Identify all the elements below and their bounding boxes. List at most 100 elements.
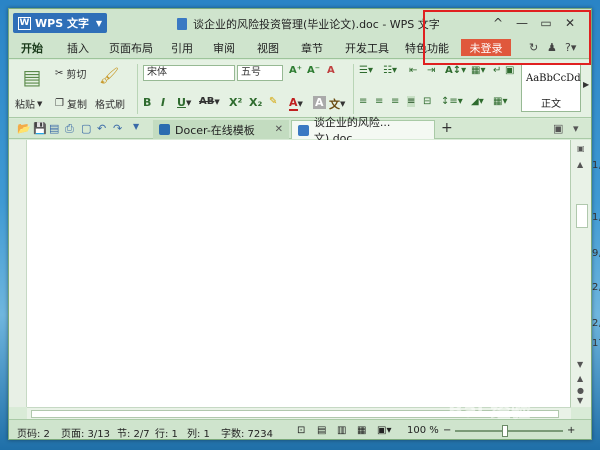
tab-docer-label: Docer-在线模板 bbox=[175, 123, 255, 137]
tab-developer[interactable]: 开发工具 bbox=[345, 40, 389, 56]
maximize-icon: ▭ bbox=[540, 16, 552, 30]
grow-font-button[interactable]: A⁺ bbox=[289, 65, 302, 76]
cut-button[interactable]: ✂ 剪切 bbox=[55, 66, 86, 81]
tab-current-document[interactable]: 谈企业的风险...文).doc bbox=[291, 116, 435, 145]
login-button[interactable]: 未登录 bbox=[461, 39, 511, 56]
tab-references[interactable]: 引用 bbox=[171, 40, 193, 56]
border-button[interactable]: ▣ bbox=[505, 65, 514, 76]
align-left-button[interactable]: ≡ bbox=[359, 96, 367, 107]
font-size-select[interactable]: 五号 bbox=[237, 65, 283, 81]
underline-button[interactable]: U ▼ bbox=[177, 96, 191, 109]
show-marks-button[interactable]: ↵ bbox=[493, 65, 501, 76]
scroll-down-arrow[interactable]: ▼ bbox=[577, 360, 583, 369]
shrink-font-button[interactable]: A⁻ bbox=[307, 65, 320, 76]
zoom-level[interactable]: 100 % bbox=[407, 425, 439, 436]
line-spacing-button[interactable]: ↕≡▾ bbox=[441, 96, 463, 107]
format-painter-button[interactable]: 格式刷 bbox=[95, 96, 125, 111]
tab-menu-icon[interactable]: ▾ bbox=[573, 122, 579, 135]
next-page-icon[interactable]: ▼ bbox=[577, 396, 583, 405]
font-name-value: 宋体 bbox=[143, 65, 235, 81]
brush-icon[interactable]: 🖌 bbox=[99, 66, 119, 85]
subscript-button[interactable]: X₂ bbox=[249, 96, 262, 109]
tab-page-layout[interactable]: 页面布局 bbox=[109, 40, 153, 56]
ribbon-collapse-button[interactable]: ^ bbox=[487, 14, 509, 32]
full-screen-icon[interactable]: ⊡ bbox=[297, 425, 305, 436]
new-tab-button[interactable]: + bbox=[441, 120, 453, 136]
save-icon[interactable]: 💾 bbox=[33, 122, 47, 135]
tab-list-icon[interactable]: ▣ bbox=[553, 122, 563, 135]
zoom-slider-track[interactable] bbox=[455, 430, 563, 432]
align-right-button[interactable]: ≡ bbox=[391, 96, 399, 107]
tab-insert[interactable]: 插入 bbox=[67, 40, 89, 56]
browse-object-icon[interactable]: ● bbox=[577, 386, 584, 395]
style-name: 正文 bbox=[541, 99, 561, 110]
page-view-icon[interactable]: ▣ bbox=[577, 144, 585, 153]
outline-view-icon[interactable]: ▣▾ bbox=[377, 425, 391, 436]
docer-icon bbox=[159, 124, 170, 135]
strikethrough-button[interactable]: AB ▼ bbox=[199, 96, 220, 107]
close-icon[interactable]: ✕ bbox=[275, 124, 283, 135]
font-color-button[interactable]: A ▼ bbox=[289, 96, 303, 111]
maximize-button[interactable]: ▭ bbox=[535, 14, 557, 32]
table-icon[interactable]: ▦▾ bbox=[471, 65, 485, 76]
skin-icon[interactable]: ♟ bbox=[547, 41, 557, 54]
zoom-in-button[interactable]: + bbox=[567, 425, 575, 436]
open-folder-icon[interactable]: 📂 bbox=[17, 122, 31, 135]
redo-icon[interactable]: ↷ bbox=[113, 122, 122, 135]
tab-chapter[interactable]: 章节 bbox=[301, 40, 323, 56]
phonetic-button[interactable]: 文 ▼ bbox=[329, 96, 345, 112]
superscript-button[interactable]: X² bbox=[229, 96, 242, 109]
print-preview-icon[interactable]: ▢ bbox=[81, 122, 91, 135]
prev-page-icon[interactable]: ▲ bbox=[577, 374, 583, 383]
clear-format-button[interactable]: A bbox=[327, 65, 335, 76]
paste-button[interactable]: 粘贴 ▼ bbox=[15, 96, 42, 112]
copy-button[interactable]: ❐ 复制 bbox=[55, 96, 87, 111]
vertical-scrollbar[interactable]: ▣ ▲ ▼ ▲ ● ▼ bbox=[571, 140, 591, 407]
indent-button[interactable]: ⇥ bbox=[427, 65, 435, 76]
text-direction-button[interactable]: A↕▾ bbox=[445, 65, 466, 76]
reading-view-icon[interactable]: ▥ bbox=[337, 425, 346, 436]
tab-view[interactable]: 视图 bbox=[257, 40, 279, 56]
outdent-button[interactable]: ⇤ bbox=[409, 65, 417, 76]
help-icon[interactable]: ?▾ bbox=[565, 41, 576, 54]
scroll-thumb[interactable] bbox=[576, 204, 588, 228]
bold-button[interactable]: B bbox=[143, 96, 151, 109]
zoom-out-button[interactable]: − bbox=[443, 425, 451, 436]
print-icon[interactable]: ⎙ bbox=[65, 122, 74, 136]
refresh-icon[interactable]: ↻ bbox=[529, 41, 538, 54]
align-center-button[interactable]: ≡ bbox=[375, 96, 383, 107]
char-shading-button[interactable]: A bbox=[313, 96, 326, 109]
tab-review[interactable]: 审阅 bbox=[213, 40, 235, 56]
ribbon-toolbar: ▤ 粘贴 ▼ ✂ 剪切 ❐ 复制 🖌 格式刷 宋体 五号 A⁺ A⁻ A B I U ▼… bbox=[9, 60, 591, 118]
tab-home[interactable]: 开始 bbox=[21, 40, 43, 56]
close-button[interactable]: ✕ bbox=[559, 14, 581, 32]
undo-icon[interactable]: ↶ bbox=[97, 122, 106, 135]
cut-label: 剪切 bbox=[66, 70, 87, 81]
shading-button[interactable]: ◢▾ bbox=[471, 96, 484, 107]
chevron-down-icon: ▼ bbox=[340, 100, 346, 108]
web-view-icon[interactable]: ▦ bbox=[357, 425, 366, 436]
distribute-button[interactable]: ⊟ bbox=[423, 96, 431, 107]
status-word-count[interactable]: 字数: 7234 bbox=[221, 425, 273, 439]
borders-button[interactable]: ▦▾ bbox=[493, 96, 507, 107]
clipboard-icon[interactable]: ▤ bbox=[17, 65, 47, 89]
numbered-list-button[interactable]: ☷▾ bbox=[383, 65, 397, 76]
align-justify-button[interactable]: ≡ bbox=[407, 96, 416, 107]
font-name-select[interactable]: 宋体 bbox=[143, 65, 235, 81]
quick-access-dropdown[interactable]: ▼ bbox=[133, 122, 139, 131]
document-canvas[interactable] bbox=[9, 140, 571, 407]
tab-docer-templates[interactable]: Docer-在线模板 ✕ bbox=[153, 120, 289, 139]
italic-button[interactable]: I bbox=[161, 96, 165, 109]
style-gallery-normal[interactable]: AaBbCcDd 正文 bbox=[521, 64, 581, 112]
page-view-icon[interactable]: ▤ bbox=[317, 425, 326, 436]
minimize-button[interactable]: — bbox=[511, 14, 533, 32]
tab-special-features[interactable]: 特色功能 bbox=[405, 40, 449, 56]
document-title: 谈企业的风险投资管理(毕业论文).doc - WPS 文字 bbox=[193, 18, 440, 31]
app-menu-button[interactable]: W WPS 文字 ▼ bbox=[13, 13, 107, 33]
style-gallery-scroll[interactable]: ▶ bbox=[583, 80, 589, 89]
scroll-up-arrow[interactable]: ▲ bbox=[577, 160, 583, 169]
highlight-button[interactable]: ✎ bbox=[269, 96, 277, 107]
zoom-slider-knob[interactable] bbox=[502, 425, 508, 437]
bullet-list-button[interactable]: ☰▾ bbox=[359, 65, 373, 76]
pdf-export-icon[interactable]: ▤ bbox=[49, 122, 59, 135]
